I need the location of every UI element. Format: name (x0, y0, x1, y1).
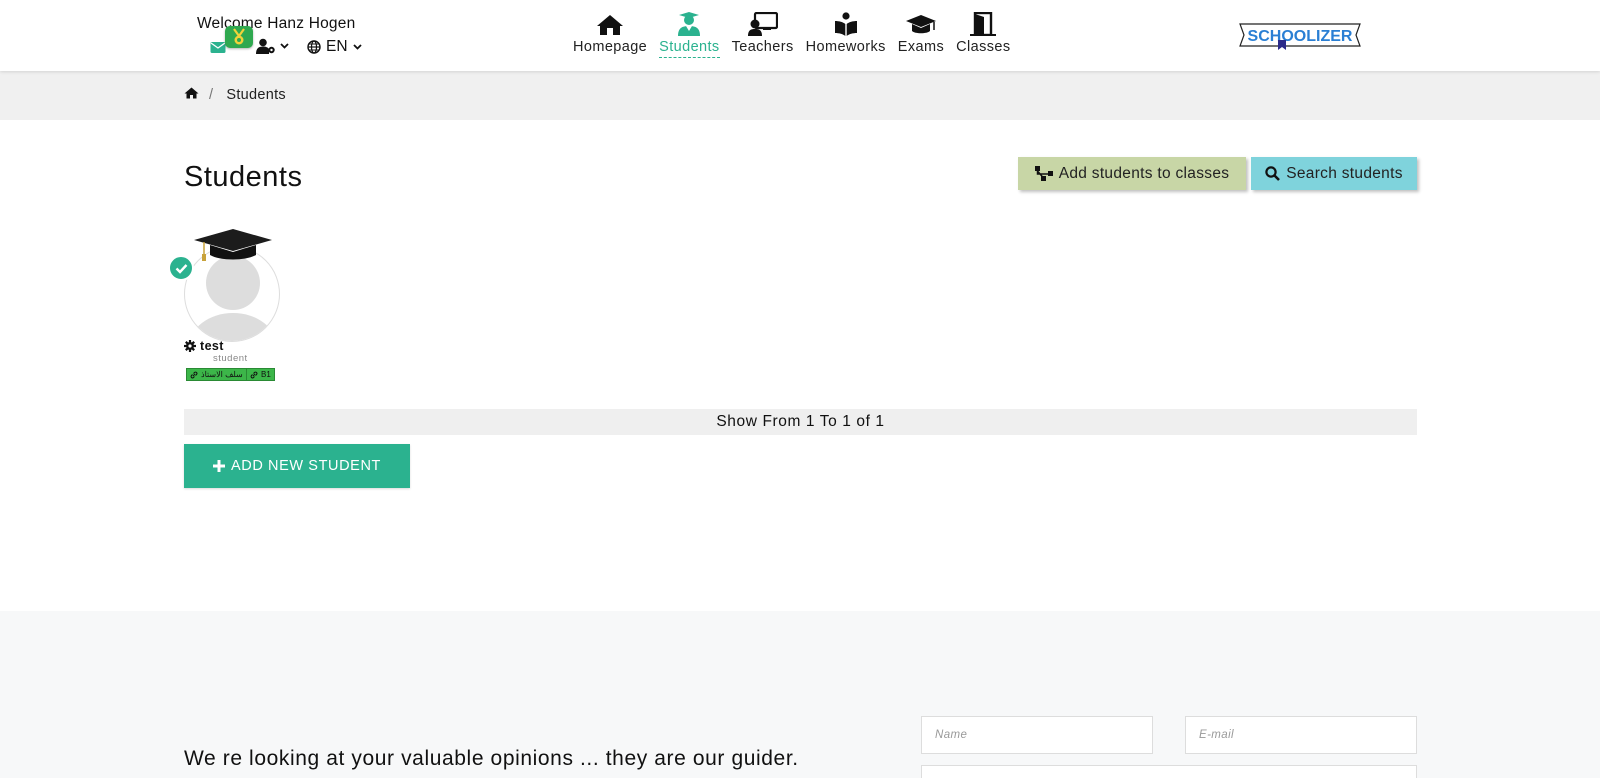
graduation-cap-icon (905, 9, 937, 36)
user-settings-icon (256, 38, 275, 54)
nav-classes[interactable]: Classes (950, 9, 1016, 59)
search-icon (1265, 166, 1281, 181)
feedback-footer: We re looking at your valuable opinions … (0, 611, 1600, 778)
language-dropdown[interactable]: EN (307, 38, 362, 56)
gear-icon (184, 340, 196, 352)
class-tag[interactable]: B1 (246, 368, 275, 381)
globe-icon (307, 40, 321, 54)
class-tag-label: سلف الاستاذ (201, 370, 243, 379)
add-students-to-classes-label: Add students to classes (1058, 164, 1230, 182)
breadcrumb-separator: / (209, 87, 214, 103)
user-menu-dropdown[interactable] (256, 38, 289, 54)
chevron-down-icon (280, 43, 289, 49)
teacher-icon (747, 9, 778, 36)
class-tag-label: B1 (261, 370, 271, 379)
add-students-to-classes-button[interactable]: Add students to classes (1018, 157, 1246, 190)
nav-teachers[interactable]: Teachers (726, 9, 800, 59)
plus-icon (213, 460, 225, 472)
nav-students[interactable]: Students (653, 9, 725, 59)
verified-check-icon (168, 255, 194, 281)
feedback-text: We re looking at your valuable opinions … (184, 747, 799, 770)
breadcrumb: / Students (184, 87, 286, 103)
breadcrumb-current: Students (226, 87, 286, 103)
top-header: Welcome Hanz Hogen EN Homepage Students (0, 0, 1600, 71)
student-name-label: test (200, 339, 224, 353)
link-icon (250, 371, 258, 378)
achievement-badge-icon[interactable] (225, 26, 253, 48)
email-field[interactable] (1185, 716, 1417, 754)
breadcrumb-bar: / Students (0, 71, 1600, 120)
search-students-button[interactable]: Search students (1251, 157, 1417, 190)
messages-icon[interactable] (210, 40, 226, 54)
nav-homeworks[interactable]: Homeworks (800, 9, 892, 59)
add-new-student-label: ADD NEW STUDENT (231, 458, 381, 474)
class-tag[interactable]: سلف الاستاذ (186, 368, 247, 381)
door-icon (970, 9, 997, 36)
add-new-student-button[interactable]: ADD NEW STUDENT (184, 444, 410, 488)
student-icon (676, 9, 702, 36)
name-field[interactable] (921, 716, 1153, 754)
search-students-label: Search students (1286, 164, 1403, 182)
chevron-down-icon (352, 44, 362, 50)
student-card[interactable]: test student سلف الاستاذ B1 (168, 225, 288, 385)
language-label: EN (326, 38, 348, 55)
message-field[interactable] (921, 765, 1417, 778)
home-icon[interactable] (184, 87, 199, 103)
user-tools (210, 37, 226, 57)
schoolizer-logo[interactable]: SCHOOLIZER (1238, 20, 1362, 50)
welcome-text: Welcome Hanz Hogen (197, 15, 356, 32)
book-icon (834, 9, 858, 36)
home-icon (596, 9, 624, 36)
graduation-cap-icon (194, 229, 272, 261)
student-role: student (213, 353, 248, 364)
link-icon (190, 371, 198, 378)
pagination-info: Show From 1 To 1 of 1 (184, 409, 1417, 435)
logo-text: SCHOOLIZER (1248, 28, 1353, 45)
page-title: Students (184, 161, 303, 193)
nav-exams[interactable]: Exams (892, 9, 950, 59)
nav-homepage[interactable]: Homepage (567, 9, 653, 59)
sitemap-icon (1034, 166, 1053, 181)
main-nav: Homepage Students Teachers Homeworks Exa… (567, 9, 1016, 59)
student-name[interactable]: test (184, 339, 224, 353)
